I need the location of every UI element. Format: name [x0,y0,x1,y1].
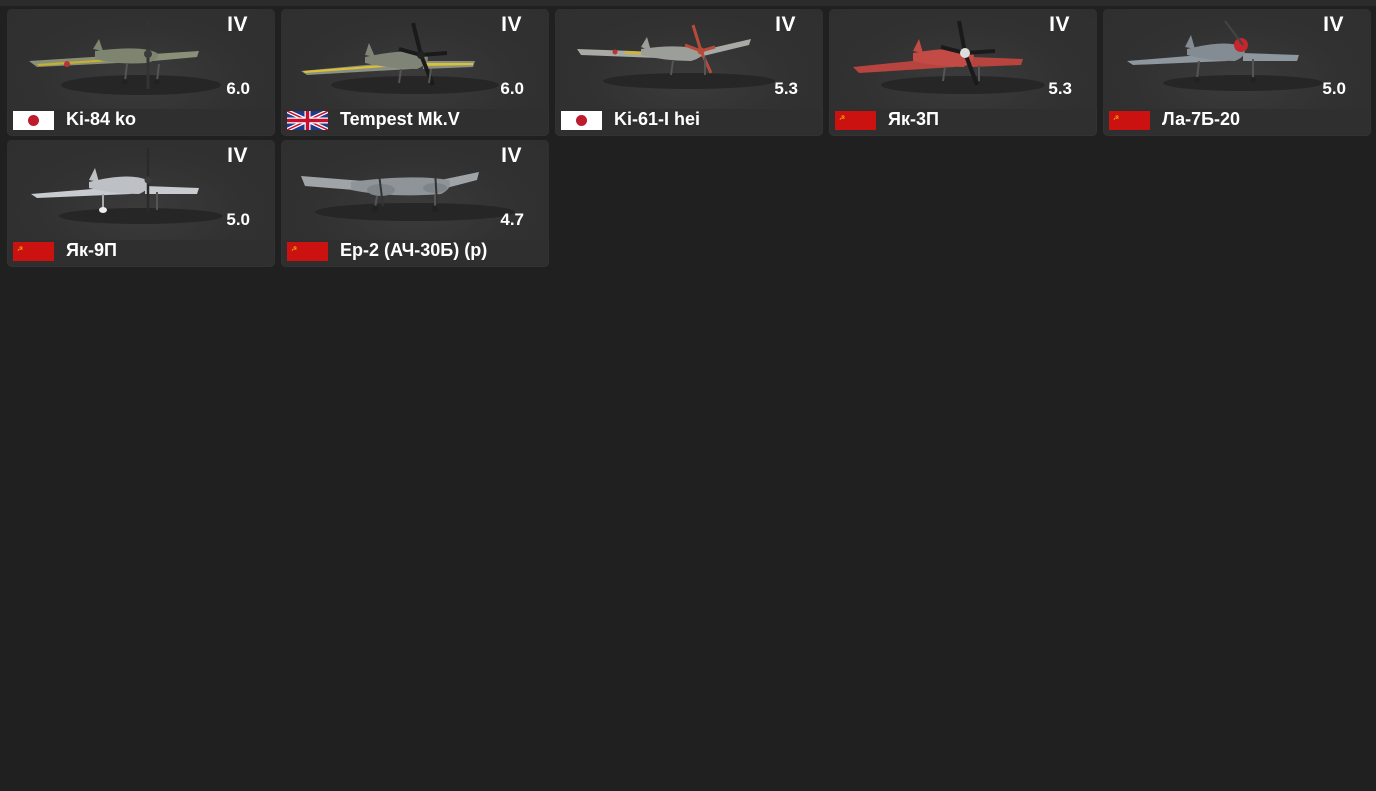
battle-rating: 5.0 [1322,79,1346,98]
top-bar [0,0,1376,6]
ussr-flag-icon: ☭ [13,242,54,261]
vehicle-name: Tempest Mk.V [340,109,460,129]
rank-label: IV [1323,13,1344,36]
battle-rating: 5.3 [774,79,798,98]
japan-flag-icon [13,111,54,130]
battle-rating: 5.3 [1048,79,1072,98]
japan-flag-icon [561,111,602,130]
battle-rating: 4.7 [500,210,524,229]
vehicle-card-yak-3p[interactable]: IV 5.3 ☭ Як-3П [829,9,1097,136]
vehicle-card-tempest-mk-v[interactable]: IV 6.0 Tempest Mk.V [281,9,549,136]
rank-label: IV [775,13,796,36]
battle-rating: 6.0 [500,79,524,98]
vehicle-card-la-7b-20[interactable]: IV 5.0 ☭ Ла-7Б-20 [1103,9,1371,136]
vehicle-name: Як-9П [66,240,117,260]
vehicle-card-ki-84-ko[interactable]: IV 6.0 Ki-84 ko [7,9,275,136]
vehicle-name: Ki-61-I hei [614,109,701,129]
svg-text:☭: ☭ [17,245,23,253]
rank-label: IV [227,144,248,167]
battle-rating: 6.0 [226,79,250,98]
vehicle-name: Як-3П [888,109,939,129]
battle-rating: 5.0 [226,210,250,229]
vehicle-card-ki-61-i-hei[interactable]: IV 5.3 Ki-61-I hei [555,9,823,136]
vehicle-card-er-2[interactable]: IV 4.7 ☭ Ер-2 (АЧ-30Б) (р) [281,140,549,267]
vehicle-name: Ла-7Б-20 [1162,109,1241,129]
vehicle-card-yak-9p[interactable]: IV 5.0 ☭ Як-9П [7,140,275,267]
vehicle-name: Ki-84 ko [66,109,137,129]
rank-label: IV [501,13,522,36]
rank-label: IV [227,13,248,36]
rank-label: IV [1049,13,1070,36]
svg-text:☭: ☭ [839,114,845,122]
ussr-flag-icon: ☭ [835,111,876,130]
ussr-flag-icon: ☭ [1109,111,1150,130]
rank-label: IV [501,144,522,167]
uk-flag-icon [287,111,328,130]
ussr-flag-icon: ☭ [287,242,328,261]
vehicle-name: Ер-2 (АЧ-30Б) (р) [340,240,488,260]
svg-text:☭: ☭ [291,245,297,253]
vehicle-grid: IV 6.0 Ki-84 ko IV 6.0 Tempest Mk.V IV 5… [7,9,1371,267]
svg-text:☭: ☭ [1113,114,1119,122]
